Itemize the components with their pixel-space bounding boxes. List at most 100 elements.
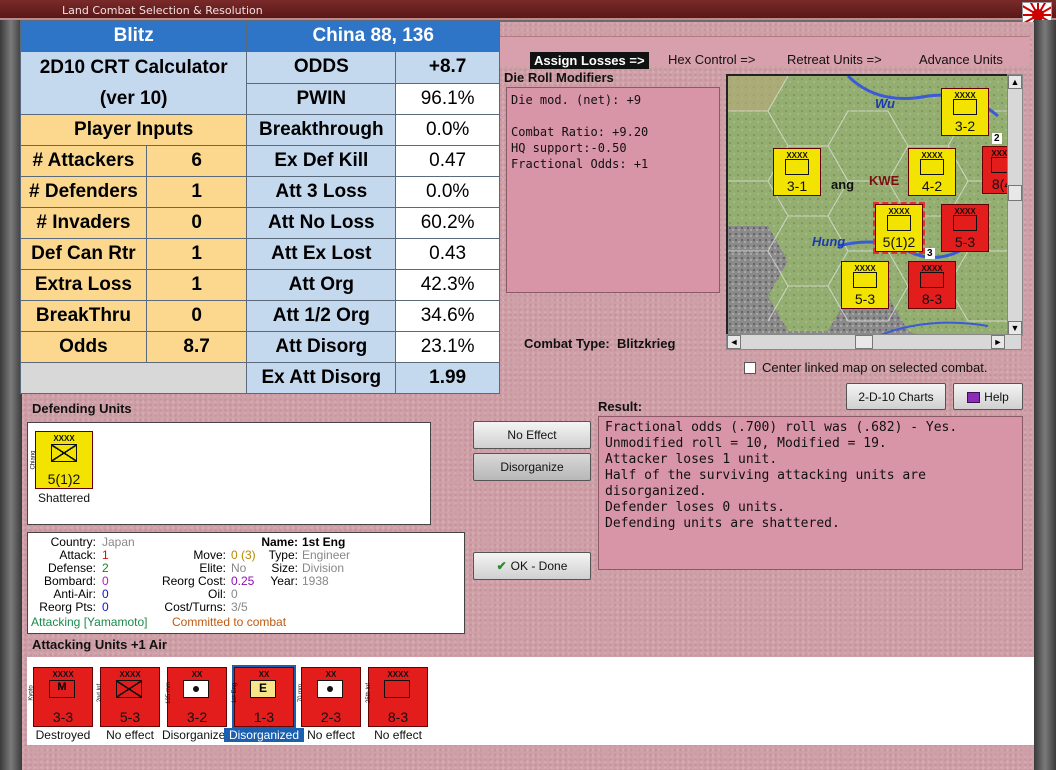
input-label: # Defenders bbox=[20, 176, 147, 208]
attacking-units-bar: XXXX Kyoto M 3-3 Destroyed XXXX 2nd Inf 5-3 N… bbox=[27, 657, 1034, 745]
result-line: Attacker loses 1 unit. bbox=[605, 452, 778, 467]
disorganize-button[interactable]: Disorganize bbox=[473, 453, 591, 481]
help-button[interactable]: Help bbox=[953, 383, 1023, 410]
input-value[interactable]: 1 bbox=[145, 238, 248, 270]
infantry-symbol-icon bbox=[384, 680, 410, 698]
scroll-thumb[interactable] bbox=[855, 335, 873, 349]
input-label: # Invaders bbox=[20, 207, 147, 239]
crt-calculator-table: Blitz China 88, 136 2D10 CRT Calculator(… bbox=[19, 20, 500, 394]
input-value[interactable]: 1 bbox=[145, 176, 248, 208]
menu-retreat-units[interactable]: Retreat Units => bbox=[787, 52, 882, 67]
output-value: +8.7 bbox=[395, 51, 500, 84]
drm-line: Die mod. (net): +9 bbox=[511, 93, 642, 107]
die-roll-modifiers-box: Die mod. (net): +9 Combat Ratio: +9.20 H… bbox=[506, 87, 720, 293]
input-value[interactable]: 1 bbox=[145, 269, 248, 301]
combat-type: Combat Type: Blitzkrieg bbox=[524, 336, 676, 351]
drm-line: Combat Ratio: +9.20 bbox=[511, 125, 649, 139]
checkbox-icon[interactable] bbox=[744, 362, 756, 374]
infantry-symbol-icon bbox=[51, 444, 77, 462]
input-label: # Attackers bbox=[20, 145, 147, 177]
stack-badge: 2 bbox=[992, 133, 1002, 144]
calc-empty-cell bbox=[19, 362, 248, 394]
attacker-counter-selected[interactable]: XX 1st Eng E 1-3 bbox=[232, 665, 296, 729]
result-line: Defending units are shattered. bbox=[605, 516, 840, 531]
output-label: PWIN bbox=[246, 82, 397, 115]
output-label: ODDS bbox=[246, 51, 397, 84]
player-inputs-header: Player Inputs bbox=[19, 114, 248, 146]
output-value: 0.47 bbox=[395, 145, 500, 177]
map-counter[interactable]: XXXX 4-2 bbox=[908, 148, 956, 196]
input-label: Def Can Rtr bbox=[20, 238, 147, 270]
attacker-counter[interactable]: XXXX 2nd Inf 5-3 bbox=[97, 667, 160, 727]
defender-status: Shattered bbox=[37, 491, 91, 505]
scroll-thumb[interactable] bbox=[1008, 185, 1022, 201]
output-value: 42.3% bbox=[395, 269, 500, 301]
scroll-right-icon[interactable]: ► bbox=[991, 335, 1005, 349]
input-label: BreakThru bbox=[20, 300, 147, 332]
output-value: 96.1% bbox=[395, 82, 500, 115]
right-border bbox=[1034, 20, 1056, 770]
calc-title: 2D10 CRT Calculator (ver 10) bbox=[19, 51, 248, 115]
map-counter[interactable]: XXXX 3-2 bbox=[941, 88, 989, 136]
map-counter[interactable]: XXXX 5-3 bbox=[841, 261, 889, 309]
output-label: Ex Att Disorg bbox=[246, 362, 397, 394]
map-horizontal-scrollbar[interactable]: ◄ ► bbox=[726, 334, 1022, 350]
map-vertical-scrollbar[interactable]: ▲ ▼ bbox=[1007, 74, 1023, 336]
calc-mode: Blitz bbox=[19, 20, 248, 52]
map-counter[interactable]: XXXX 5-3 bbox=[941, 204, 989, 252]
map-counter[interactable]: XXXX 3-1 bbox=[773, 148, 821, 196]
output-label: Att Disorg bbox=[246, 331, 397, 363]
attacker-status: No effect bbox=[374, 728, 422, 742]
scroll-up-icon[interactable]: ▲ bbox=[1008, 75, 1022, 89]
output-label: Ex Def Kill bbox=[246, 145, 397, 177]
output-label: Att Ex Lost bbox=[246, 238, 397, 270]
mini-map[interactable]: Wu ang KWE Hung XXXX 3-2 XXXX 3-1 XXXX 4-2 … bbox=[726, 74, 1022, 336]
output-value: 0.0% bbox=[395, 114, 500, 146]
result-line: Half of the surviving attacking units ar… bbox=[605, 468, 926, 499]
drm-line: Fractional Odds: +1 bbox=[511, 157, 649, 171]
map-label: ang bbox=[831, 177, 855, 192]
crt-charts-button[interactable]: 2-D-10 Charts bbox=[846, 383, 946, 410]
die-roll-modifiers-title: Die Roll Modifiers bbox=[504, 70, 614, 85]
scroll-left-icon[interactable]: ◄ bbox=[727, 335, 741, 349]
input-label: Extra Loss bbox=[20, 269, 147, 301]
motorized-symbol-icon: M bbox=[49, 680, 75, 698]
attacking-units-title: Attacking Units +1 Air bbox=[32, 637, 167, 652]
menu-assign-losses[interactable]: Assign Losses => bbox=[530, 52, 649, 69]
result-line: Unmodified roll = 10, Modified = 19. bbox=[605, 436, 887, 451]
input-value[interactable]: 0 bbox=[145, 300, 248, 332]
ok-done-button[interactable]: ✔ OK - Done bbox=[473, 552, 591, 580]
unit-info-panel: Country: Japan Attack: 1 Defense: 2 Bombard… bbox=[27, 532, 465, 634]
title-bar: Land Combat Selection & Resolution bbox=[0, 0, 1056, 26]
stack-badge: 3 bbox=[925, 248, 935, 259]
no-effect-button[interactable]: No Effect bbox=[473, 421, 591, 449]
output-value: 0.0% bbox=[395, 176, 500, 208]
attacker-counter[interactable]: XXXX 25th Inf 8-3 bbox=[366, 667, 428, 727]
output-value: 34.6% bbox=[395, 300, 500, 332]
attacker-counter[interactable]: XX 70 mm 2-3 bbox=[298, 667, 361, 727]
input-value[interactable]: 8.7 bbox=[145, 331, 248, 363]
map-counter-selected[interactable]: XXXX 5(1)2 bbox=[873, 202, 925, 254]
help-book-icon bbox=[967, 391, 981, 403]
menu-advance-units[interactable]: Advance Units bbox=[919, 52, 1003, 67]
attacker-counter[interactable]: XXXX Kyoto M 3-3 bbox=[29, 667, 93, 727]
input-value[interactable]: 6 bbox=[145, 145, 248, 177]
attacker-counter[interactable]: XX 105 mm 3-2 bbox=[166, 667, 227, 727]
drm-line: HQ support:-0.50 bbox=[511, 141, 627, 155]
center-linked-map-checkbox[interactable]: Center linked map on selected combat. bbox=[744, 360, 987, 375]
defending-units-title: Defending Units bbox=[32, 401, 132, 416]
committed-status: Committed to combat bbox=[172, 615, 287, 629]
menu-hex-control[interactable]: Hex Control => bbox=[668, 52, 755, 67]
map-counter[interactable]: XXXX 8-3 bbox=[908, 261, 956, 309]
result-box: Fractional odds (.700) roll was (.682) -… bbox=[598, 416, 1023, 570]
result-line: Defender loses 0 units. bbox=[605, 500, 786, 515]
engineer-symbol-icon: E bbox=[250, 680, 276, 698]
map-label: Wu bbox=[875, 96, 895, 111]
artillery-symbol-icon bbox=[317, 680, 343, 698]
map-label: Hung bbox=[812, 234, 846, 249]
input-value[interactable]: 0 bbox=[145, 207, 248, 239]
defender-counter[interactable]: XXXX Chiang 5(1)2 bbox=[31, 431, 93, 489]
scroll-down-icon[interactable]: ▼ bbox=[1008, 321, 1022, 335]
output-value: 0.43 bbox=[395, 238, 500, 270]
window-title: Land Combat Selection & Resolution bbox=[62, 4, 263, 17]
